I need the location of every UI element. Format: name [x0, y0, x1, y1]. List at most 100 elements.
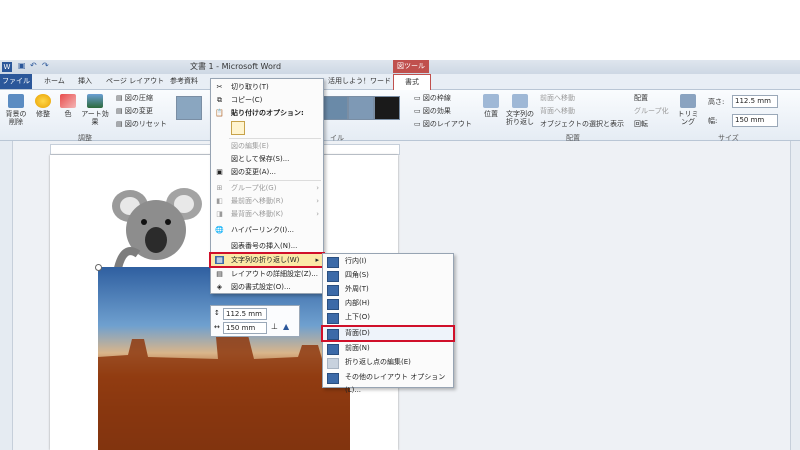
- menu-item-change-picture[interactable]: ▣ 図の変更(A)...: [211, 166, 323, 178]
- picture-border-button[interactable]: ▭ 図の枠線: [414, 93, 451, 103]
- submenu-item-tight[interactable]: 外周(T): [323, 283, 453, 296]
- tab-format[interactable]: 書式: [393, 74, 431, 90]
- submenu-item-square[interactable]: 四角(S): [323, 269, 453, 282]
- submenu-item-top-bottom[interactable]: 上下(O): [323, 311, 453, 324]
- change-picture-icon: ▣: [216, 168, 223, 176]
- selection-pane-button[interactable]: オブジェクトの選択と表示: [540, 119, 624, 129]
- send-backward-button[interactable]: 背面へ移動: [540, 106, 575, 116]
- menu-item-hyperlink[interactable]: 🌐 ハイパーリンク(I)...: [211, 224, 323, 236]
- corrections-button[interactable]: 修整: [32, 94, 54, 118]
- change-picture-button[interactable]: ▤ 図の変更: [116, 106, 153, 116]
- submenu-item-more-layout-options[interactable]: その他のレイアウト オプション(L)...: [323, 371, 453, 394]
- remove-background-button[interactable]: 背景の削除: [4, 94, 28, 126]
- wrap-front-icon: [327, 344, 339, 355]
- height-icon: ↕: [214, 309, 220, 317]
- effects-icon: ▭: [414, 107, 423, 115]
- undo-icon[interactable]: ↶: [30, 61, 37, 70]
- menu-item-send-to-back[interactable]: ◨ 最背面へ移動(K) ›: [211, 208, 323, 220]
- tab-page-layout[interactable]: ページ レイアウト: [106, 74, 164, 89]
- menu-item-bring-to-front[interactable]: ◧ 最前面へ移動(R) ›: [211, 195, 323, 207]
- wrap-top-bottom-icon: [327, 313, 339, 324]
- wrap-text-submenu: 行内(I) 四角(S) 外周(T) 内部(H) 上下(O) 背面(D) 前面(N…: [321, 253, 455, 394]
- picture-effects-button[interactable]: ▭ 図の効果: [414, 106, 451, 116]
- submenu-item-in-front[interactable]: 前面(N): [323, 342, 453, 355]
- rotate-button[interactable]: 回転: [634, 119, 648, 129]
- submenu-item-behind-text[interactable]: 背面(D): [321, 325, 455, 342]
- submenu-item-inline[interactable]: 行内(I): [323, 255, 453, 268]
- shape-mini-icon[interactable]: ▲: [283, 322, 289, 331]
- menu-item-format-picture[interactable]: ◈ 図の書式設定(O)...: [211, 281, 323, 293]
- picture-style-3[interactable]: [348, 96, 374, 120]
- edit-wrap-points-icon: [327, 358, 339, 369]
- mini-width-input[interactable]: 150 mm: [223, 322, 267, 334]
- compress-pictures-button[interactable]: ▤ 図の圧縮: [116, 93, 153, 103]
- chevron-right-icon: ›: [316, 197, 319, 205]
- bring-forward-button[interactable]: 前面へ移動: [540, 93, 575, 103]
- menu-item-copy[interactable]: ⧉ コピー(C): [211, 94, 323, 106]
- tab-custom[interactable]: 活用しよう！ワード: [328, 74, 391, 89]
- menu-item-group[interactable]: ⊞ グループ化(G) ›: [211, 182, 323, 194]
- compress-icon: ▤: [116, 94, 125, 102]
- align-button[interactable]: 配置: [634, 93, 648, 103]
- wrap-text-button[interactable]: 文字列の折り返し: [504, 94, 536, 126]
- position-button[interactable]: 位置: [482, 94, 500, 118]
- vertical-ruler: [0, 141, 13, 450]
- height-input[interactable]: 112.5 mm: [732, 95, 778, 108]
- wrap-behind-icon: [327, 329, 339, 340]
- vertical-scrollbar[interactable]: [790, 141, 800, 450]
- artistic-effects-button[interactable]: アート効果: [80, 94, 110, 126]
- koala-image[interactable]: [108, 184, 204, 268]
- width-input[interactable]: 150 mm: [732, 114, 778, 127]
- menu-item-advanced-layout[interactable]: ▤ レイアウトの詳細設定(Z)...: [211, 268, 323, 280]
- submenu-item-edit-wrap-points[interactable]: 折り返し点の編集(E): [323, 356, 453, 369]
- tab-references[interactable]: 参考資料: [170, 74, 198, 89]
- width-label: 幅:: [708, 117, 718, 125]
- picture-tools-label: 図ツール: [393, 60, 429, 73]
- save-icon[interactable]: ▣: [18, 61, 26, 70]
- menu-item-cut[interactable]: ✂ 切り取り(T): [211, 81, 323, 93]
- ribbon: 背景の削除 修整 色 アート効果 ▤ 図の圧縮 ▤ 図の変更 ▤ 図のリセット …: [0, 90, 800, 142]
- cut-icon: ✂: [216, 83, 223, 91]
- menu-separator: [229, 138, 321, 139]
- mini-height-input[interactable]: 112.5 mm: [223, 308, 267, 320]
- tab-insert[interactable]: 挿入: [78, 74, 92, 89]
- menu-item-paste-options: 📋 貼り付けのオプション:: [215, 109, 304, 117]
- resize-handle[interactable]: [95, 264, 102, 271]
- copy-icon: ⧉: [217, 96, 222, 104]
- chevron-right-icon: ›: [316, 210, 319, 218]
- picture-style-2[interactable]: [322, 96, 348, 120]
- picture-style-4[interactable]: [374, 96, 400, 120]
- group-icon: ⊞: [216, 184, 223, 192]
- desert-image[interactable]: [95, 264, 350, 450]
- hyperlink-icon: 🌐: [215, 226, 224, 234]
- mini-toolbar: ↕ 112.5 mm ↔ 150 mm ⊥ ▲: [210, 305, 300, 337]
- crop-icon: [680, 94, 696, 108]
- tab-file[interactable]: ファイル: [0, 74, 32, 89]
- bring-front-icon: ◧: [216, 197, 223, 205]
- paste-keep-format-button[interactable]: [231, 121, 245, 135]
- word-logo-icon[interactable]: W: [2, 62, 12, 72]
- ribbon-tabs: ファイル ホーム 挿入 ページ レイアウト 参考資料 活用しよう！ワード 書式: [0, 74, 800, 90]
- tab-home[interactable]: ホーム: [44, 74, 65, 89]
- menu-item-edit-picture[interactable]: 図の編集(E): [211, 140, 323, 152]
- menu-item-insert-caption[interactable]: 図表番号の挿入(N)...: [211, 240, 323, 252]
- redo-icon[interactable]: ↷: [42, 61, 49, 70]
- picture-layout-button[interactable]: ▭ 図のレイアウト: [414, 119, 472, 129]
- submenu-item-through[interactable]: 内部(H): [323, 297, 453, 310]
- menu-item-save-as-picture[interactable]: 図として保存(S)...: [211, 153, 323, 165]
- group-button[interactable]: グループ化: [634, 106, 669, 116]
- artistic-effects-icon: [87, 94, 103, 108]
- wrap-square-icon: [327, 271, 339, 282]
- wrap-text-icon: [512, 94, 528, 108]
- layout-icon: ▤: [216, 270, 223, 278]
- color-button[interactable]: 色: [58, 94, 78, 118]
- crop-mini-icon[interactable]: ⊥: [271, 322, 278, 331]
- wrap-text-icon: ▦: [215, 256, 224, 264]
- layout-icon: ▭: [414, 120, 423, 128]
- menu-item-wrap-text[interactable]: ▦ 文字列の折り返し(W) ▸: [209, 252, 325, 268]
- picture-style-1[interactable]: [176, 96, 202, 120]
- crop-button[interactable]: トリミング: [676, 94, 700, 126]
- reset-picture-button[interactable]: ▤ 図のリセット: [116, 119, 167, 129]
- chevron-right-icon: ›: [316, 184, 319, 192]
- window-title: 文書 1 - Microsoft Word: [190, 62, 282, 71]
